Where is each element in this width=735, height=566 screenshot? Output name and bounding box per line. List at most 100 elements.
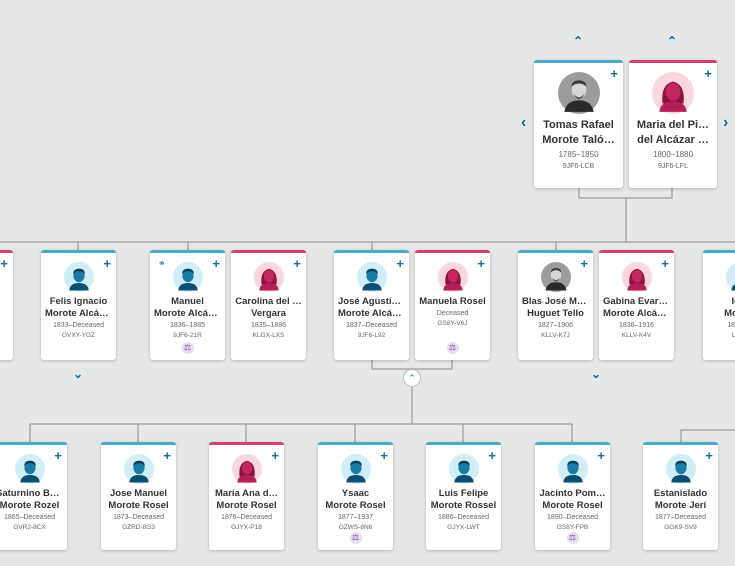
person-card[interactable]: + Ysaac Morote Rosel 1877–1937 GZWS-8N6 ⚖: [318, 442, 393, 550]
person-given-name[interactable]: Manuela Rosel: [415, 296, 490, 308]
expand-ancestors-up-icon[interactable]: ⌃: [667, 35, 677, 47]
record-hint-badge-icon[interactable]: ⚖: [349, 532, 362, 544]
person-card[interactable]: + Gabina Evari… Morote Alcáz… 1838–1916 KLLV…: [599, 250, 674, 360]
male-avatar-icon: [340, 454, 371, 484]
family-tree-canvas[interactable]: ⌃ ⌃ ‹ › ⌄ ⌄ ⌃ + Tomas Rafael Morote Taló… 1…: [0, 0, 735, 566]
person-surname[interactable]: Morote Alcáz…: [150, 308, 225, 320]
person-card[interactable]: + Blas José Ma… Huguet Tello 1827–1906 KLLV-…: [518, 250, 593, 360]
person-card[interactable]: + Felis Ignacio Morote Alcáz… 1833–Deceased…: [41, 250, 116, 360]
person-card[interactable]: + Maria del Pi… del Alcázar … 1800–1880 9JF6…: [629, 60, 717, 188]
person-id: GGK9-SV9: [664, 524, 697, 531]
person-id: GJYX-P18: [231, 524, 262, 531]
person-surname[interactable]: Morote Rosel: [535, 500, 610, 512]
person-surname[interactable]: Morote Jerí: [643, 500, 718, 512]
add-person-plus-icon[interactable]: +: [212, 257, 220, 270]
add-person-plus-icon[interactable]: +: [580, 257, 588, 270]
male-avatar-icon: [448, 454, 479, 484]
person-card[interactable]: + María Ana d… Morote Rosel 1876–Deceased GJ…: [209, 442, 284, 550]
person-surname[interactable]: Morote Rossel: [426, 500, 501, 512]
person-card[interactable]: + José Agustín … Morote Alcáz… 1837–Decease…: [334, 250, 409, 360]
person-given-name[interactable]: Luis Felipe: [426, 488, 501, 500]
person-given-name[interactable]: Tomas Rafael: [534, 118, 623, 133]
person-given-name[interactable]: Jacinto Pom…: [535, 488, 610, 500]
person-id: GJYX-LWT: [447, 524, 480, 531]
person-lifespan: Deceased: [436, 310, 469, 317]
person-card[interactable]: + ⚭ Manuel Morote Alcáz… 1836–1885 9JF6-21R ⚖: [150, 250, 225, 360]
person-given-name[interactable]: Maria del Pi…: [629, 118, 717, 133]
person-surname[interactable]: Morote Rosel: [101, 500, 176, 512]
person-surname[interactable]: Morote Rosel: [209, 500, 284, 512]
person-card[interactable]: +Ig…Moro…1835–…LSL…: [703, 250, 735, 360]
person-given-name[interactable]: Manuel: [150, 296, 225, 308]
expand-children-chevron-down-icon[interactable]: ⌄: [591, 368, 601, 380]
add-person-plus-icon[interactable]: +: [54, 449, 62, 462]
relationship-icon[interactable]: ⚭: [158, 259, 166, 268]
person-surname[interactable]: Morote Alcáz…: [334, 308, 409, 320]
person-given-name[interactable]: Carolina del …: [231, 296, 306, 308]
male-avatar-icon: [725, 263, 735, 291]
add-person-plus-icon[interactable]: +: [0, 257, 8, 270]
person-given-name[interactable]: Gabina Evari…: [599, 296, 674, 308]
person-given-name[interactable]: Felis Ignacio: [41, 296, 116, 308]
person-id: GS8Y-V6J: [437, 320, 468, 327]
person-card[interactable]: +: [0, 250, 13, 360]
person-given-name[interactable]: Saturnino Be…: [0, 488, 67, 500]
record-hint-badge-icon[interactable]: ⚖: [566, 532, 579, 544]
add-person-plus-icon[interactable]: +: [705, 449, 713, 462]
person-surname[interactable]: Vergara: [231, 308, 306, 320]
person-photo: [540, 262, 571, 292]
person-surname[interactable]: Morote Alcáz…: [41, 308, 116, 320]
record-hint-badge-icon[interactable]: ⚖: [181, 342, 194, 354]
person-card[interactable]: + Jose Manuel Morote Rosel 1873–Deceased GZR…: [101, 442, 176, 550]
person-lifespan: 1785–1850: [558, 150, 599, 159]
person-surname[interactable]: Morote Rozel: [0, 500, 67, 512]
next-couple-chevron-right-icon[interactable]: ›: [723, 115, 728, 131]
person-given-name[interactable]: Ig…: [703, 296, 735, 308]
person-card[interactable]: + Saturnino Be… Morote Rozel 1865–Deceased G…: [0, 442, 67, 550]
person-surname[interactable]: Moro…: [703, 308, 735, 320]
person-card[interactable]: + Estanislado Morote Jerí 1877–Deceased GGK9…: [643, 442, 718, 550]
person-id: 9JF6-LFL: [658, 163, 688, 170]
person-card[interactable]: + Manuela Rosel Deceased GS8Y-V6J ⚖: [415, 250, 490, 360]
expand-ancestors-up-icon[interactable]: ⌃: [573, 35, 583, 47]
add-person-plus-icon[interactable]: +: [163, 449, 171, 462]
person-given-name[interactable]: María Ana d…: [209, 488, 284, 500]
add-person-plus-icon[interactable]: +: [396, 257, 404, 270]
person-given-name[interactable]: Estanislado: [643, 488, 718, 500]
person-card[interactable]: + Jacinto Pom… Morote Rosel 1890–Deceased GS…: [535, 442, 610, 550]
collapse-children-button[interactable]: ⌃: [403, 369, 421, 387]
record-hint-badge-icon[interactable]: ⚖: [446, 342, 459, 354]
add-person-plus-icon[interactable]: +: [271, 449, 279, 462]
male-avatar-icon: [14, 454, 45, 484]
add-person-plus-icon[interactable]: +: [610, 67, 618, 80]
male-avatar-icon: [63, 262, 94, 292]
expand-children-chevron-down-icon[interactable]: ⌄: [73, 368, 83, 380]
person-given-name[interactable]: Ysaac: [318, 488, 393, 500]
female-avatar-icon: [253, 262, 284, 292]
add-person-plus-icon[interactable]: +: [477, 257, 485, 270]
male-avatar-icon: [557, 454, 588, 484]
person-surname[interactable]: Morote Rosel: [318, 500, 393, 512]
person-card[interactable]: + Carolina del … Vergara 1835–1886 KLGX-LXS: [231, 250, 306, 360]
person-given-name[interactable]: Blas José Ma…: [518, 296, 593, 308]
person-surname[interactable]: Morote Taló…: [534, 133, 623, 148]
person-surname[interactable]: del Alcázar …: [629, 133, 717, 148]
add-person-plus-icon[interactable]: +: [661, 257, 669, 270]
person-id: 9JF6-L92: [357, 332, 386, 339]
person-surname[interactable]: Huguet Tello: [518, 308, 593, 320]
person-card[interactable]: + Luis Felipe Morote Rossel 1886–Deceased GJ…: [426, 442, 501, 550]
add-person-plus-icon[interactable]: +: [597, 449, 605, 462]
person-card[interactable]: + Tomas Rafael Morote Taló… 1785–1850 9JF6-L…: [534, 60, 623, 188]
add-person-plus-icon[interactable]: +: [704, 67, 712, 80]
add-person-plus-icon[interactable]: +: [380, 449, 388, 462]
person-given-name[interactable]: Jose Manuel: [101, 488, 176, 500]
add-person-plus-icon[interactable]: +: [293, 257, 301, 270]
add-person-plus-icon[interactable]: +: [103, 257, 111, 270]
person-given-name[interactable]: José Agustín …: [334, 296, 409, 308]
previous-couple-chevron-left-icon[interactable]: ‹: [521, 115, 526, 131]
person-lifespan: 1873–Deceased: [113, 514, 164, 521]
add-person-plus-icon[interactable]: +: [488, 449, 496, 462]
person-id: 9JF6-21R: [173, 332, 202, 339]
person-id: KLGX-LXS: [252, 332, 285, 339]
person-surname[interactable]: Morote Alcáz…: [599, 308, 674, 320]
